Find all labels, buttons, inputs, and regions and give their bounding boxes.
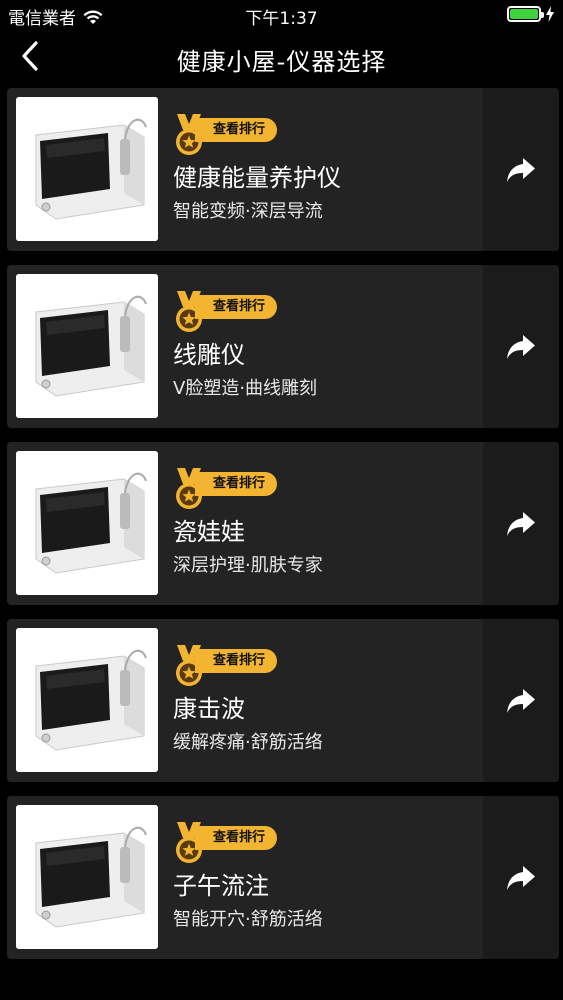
charging-bolt-icon [546,6,554,22]
device-name: 瓷娃娃 [173,518,245,546]
device-image [16,451,158,595]
device-image [16,97,158,241]
page-title: 健康小屋-仪器选择 [176,48,387,76]
device-tagline: 智能开穴·舒筋活络 [173,909,323,930]
device-tagline: 深层护理·肌肤专家 [173,555,323,576]
device-image [16,274,158,418]
device-image [16,628,158,772]
share-button[interactable] [483,265,559,428]
share-arrow-icon [507,865,535,890]
device-tagline: 智能变频·深层导流 [173,201,323,222]
device-image [16,805,158,949]
ranking-badge-label: 查看排行 [195,295,278,319]
device-list: 查看排行 健康能量养护仪 智能变频·深层导流 查看排行 线雕仪 V脸塑造·曲线雕… [7,88,559,973]
device-name: 健康能量养护仪 [173,164,341,192]
device-name: 线雕仪 [173,341,245,369]
device-name: 康击波 [173,695,245,723]
ranking-badge-label: 查看排行 [195,472,278,496]
device-card[interactable]: 查看排行 子午流注 智能开穴·舒筋活络 [7,796,559,959]
status-time: 下午1:37 [245,9,318,29]
battery-indicator [507,6,555,22]
share-arrow-icon [507,688,535,713]
device-card[interactable]: 查看排行 瓷娃娃 深层护理·肌肤专家 [7,442,559,605]
share-arrow-icon [507,511,535,536]
ranking-badge-label: 查看排行 [195,826,278,850]
status-bar: 電信業者 下午1:37 [0,0,563,29]
ranking-badge-label: 查看排行 [195,118,278,142]
ranking-badge-label: 查看排行 [195,649,278,673]
share-button[interactable] [483,442,559,605]
device-card[interactable]: 查看排行 康击波 缓解疼痛·舒筋活络 [7,619,559,782]
share-button[interactable] [483,88,559,251]
device-tagline: 缓解疼痛·舒筋活络 [173,732,323,753]
battery-icon [507,6,544,22]
share-arrow-icon [507,157,535,182]
share-button[interactable] [483,619,559,782]
navigation-bar: 健康小屋-仪器选择 [0,28,563,84]
battery-fill [510,9,538,19]
device-card[interactable]: 查看排行 线雕仪 V脸塑造·曲线雕刻 [7,265,559,428]
device-card[interactable]: 查看排行 健康能量养护仪 智能变频·深层导流 [7,88,559,251]
device-tagline: V脸塑造·曲线雕刻 [173,378,318,399]
share-arrow-icon [507,334,535,359]
share-button[interactable] [483,796,559,959]
device-name: 子午流注 [173,872,269,900]
